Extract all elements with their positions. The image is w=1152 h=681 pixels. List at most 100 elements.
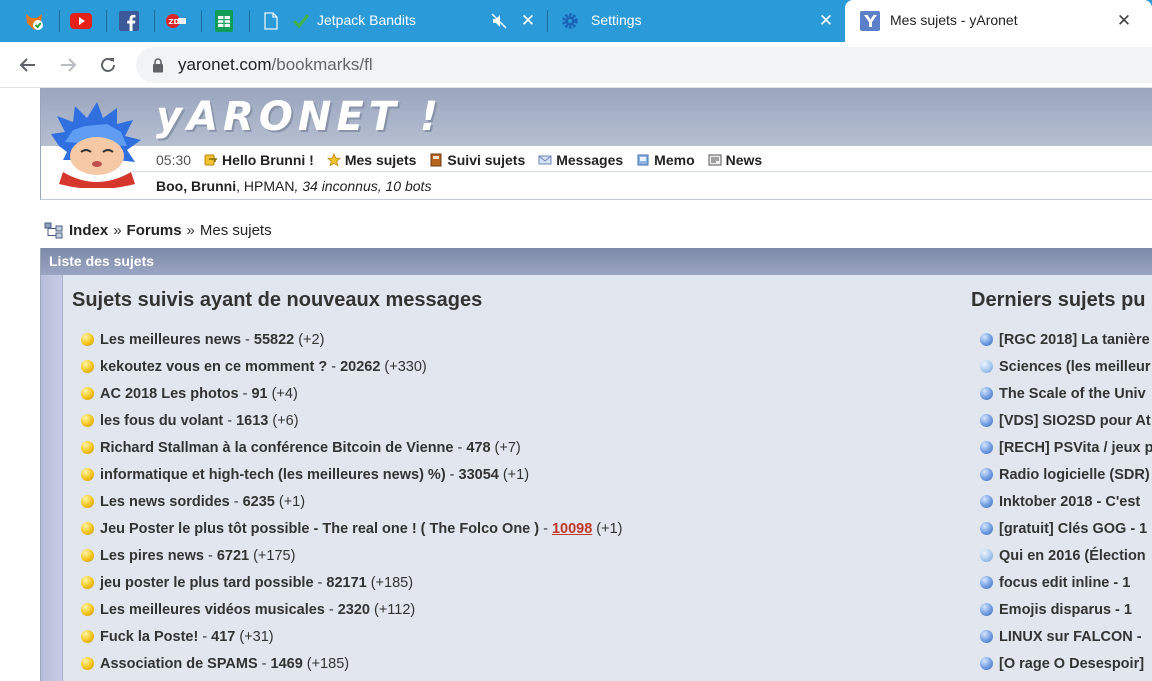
unread-bullet-icon: [81, 495, 94, 508]
envelope-icon: [538, 155, 552, 165]
topic-post-count[interactable]: 91: [251, 386, 267, 402]
topic-title[interactable]: les fous du volant: [100, 413, 223, 429]
close-icon[interactable]: ✕: [1114, 11, 1134, 31]
topic-post-count[interactable]: 33054: [459, 467, 499, 483]
topic-title[interactable]: Les pires news: [100, 548, 204, 564]
topic-bullet-icon: [980, 630, 993, 643]
tab-mes-sujets[interactable]: Mes sujets - yAronet ✕: [845, 0, 1152, 42]
reload-button[interactable]: [96, 53, 120, 77]
forward-button[interactable]: [56, 53, 80, 77]
topic-separator: -: [202, 628, 208, 645]
topic-title[interactable]: Emojis disparus - 1: [999, 602, 1132, 618]
pinned-tab-sheets[interactable]: [211, 8, 237, 34]
topic-title[interactable]: [O rage O Desespoir]: [999, 656, 1144, 672]
topic-title[interactable]: Les meilleures news: [100, 332, 241, 348]
nav-news-label: News: [725, 152, 763, 168]
tab-jetpack-bandits[interactable]: Jetpack Bandits ✕: [250, 0, 546, 42]
topic-new-count: (+112): [373, 601, 416, 618]
topic-new-count: (+6): [272, 412, 299, 429]
nav-news[interactable]: News: [708, 152, 763, 168]
breadcrumb-index[interactable]: Index: [69, 222, 108, 239]
site-nav: 05:30 Hello Brunni ! Mes sujets Suivi su…: [156, 150, 775, 170]
youtube-icon: [70, 13, 92, 29]
topic-title[interactable]: AC 2018 Les photos: [100, 386, 239, 402]
topic-post-count[interactable]: 1469: [271, 656, 303, 672]
spreadsheet-icon: [215, 10, 233, 32]
topic-post-count[interactable]: 6235: [243, 494, 275, 510]
topic-title[interactable]: Qui en 2016 (Élection: [999, 548, 1146, 564]
browser-tab-strip: ZD Jetpack Bandits ✕ Settings ✕ Mes suje…: [0, 0, 1152, 42]
topic-title[interactable]: Inktober 2018 - C'est: [999, 494, 1140, 510]
address-bar[interactable]: yaronet.com/bookmarks/fl: [136, 47, 1152, 83]
unread-bullet-icon: [81, 333, 94, 346]
tab-settings[interactable]: Settings ✕: [548, 0, 842, 42]
topic-title[interactable]: Richard Stallman à la conférence Bitcoin…: [100, 440, 453, 456]
pinned-tab-youtube[interactable]: [68, 8, 94, 34]
online-user-other[interactable]: HPMAN: [244, 178, 295, 194]
topic-title[interactable]: [gratuit] Clés GOG - 1: [999, 521, 1147, 537]
close-icon[interactable]: ✕: [816, 11, 836, 31]
topic-title[interactable]: Fuck la Poste!: [100, 629, 198, 645]
topic-title[interactable]: [RGC 2018] La tanière: [999, 332, 1150, 348]
topic-title[interactable]: Sciences (les meilleur: [999, 359, 1151, 375]
topic-post-count[interactable]: 478: [466, 440, 490, 456]
topic-row: Inktober 2018 - C'est: [980, 488, 1152, 515]
site-logo-text[interactable]: yARONET !: [156, 94, 443, 140]
breadcrumb-forums[interactable]: Forums: [127, 222, 182, 239]
topic-post-count[interactable]: 1613: [236, 413, 268, 429]
topic-post-count[interactable]: 55822: [254, 332, 294, 348]
topic-title[interactable]: focus edit inline - 1: [999, 575, 1130, 591]
browser-toolbar: yaronet.com/bookmarks/fl: [0, 42, 1152, 88]
topic-new-count: (+185): [370, 574, 414, 591]
topic-post-count[interactable]: 82171: [326, 575, 366, 591]
unread-bullet-icon: [81, 657, 94, 670]
tab-title: Jetpack Bandits: [317, 12, 416, 28]
topic-title[interactable]: jeu poster le plus tard possible: [100, 575, 314, 591]
nav-mes-sujets-label: Mes sujets: [344, 152, 417, 168]
topic-title[interactable]: Radio logicielle (SDR): [999, 467, 1150, 483]
nav-messages[interactable]: Messages: [538, 152, 623, 168]
topic-post-count[interactable]: 6721: [217, 548, 249, 564]
online-users-bold[interactable]: Boo, Brunni: [156, 178, 236, 194]
topic-title[interactable]: kekoutez vous en ce momment ?: [100, 359, 327, 375]
nav-mes-sujets[interactable]: Mes sujets: [326, 152, 417, 168]
topic-title[interactable]: [VDS] SIO2SD pour At: [999, 413, 1151, 429]
topic-row: [RGC 2018] La tanière: [980, 326, 1152, 353]
topic-post-count[interactable]: 2320: [338, 602, 370, 618]
close-icon[interactable]: ✕: [518, 11, 538, 31]
topic-new-count: (+1): [502, 466, 530, 483]
topic-title[interactable]: LINUX sur FALCON -: [999, 629, 1142, 645]
site-header: yARONET ! 05:30 Hello Brunni ! Mes sujet…: [40, 88, 1152, 200]
topic-title[interactable]: informatique et high-tech (les meilleure…: [100, 467, 446, 483]
topic-new-count: (+2): [298, 331, 325, 348]
tab-title: Mes sujets - yAronet: [890, 12, 1018, 28]
topic-separator: -: [242, 385, 248, 402]
back-button[interactable]: [16, 53, 40, 77]
topic-separator: -: [233, 493, 239, 510]
topic-title[interactable]: Jeu Poster le plus tôt possible - The re…: [100, 521, 539, 537]
topic-post-count[interactable]: 20262: [340, 359, 380, 375]
nav-hello[interactable]: Hello Brunni !: [204, 152, 314, 168]
pinned-tab-facebook[interactable]: [116, 8, 142, 34]
topic-row: [RECH] PSVita / jeux p: [980, 434, 1152, 461]
muted-speaker-icon[interactable]: [491, 13, 507, 29]
nav-memo[interactable]: Memo: [636, 152, 695, 168]
pinned-tab-fox[interactable]: [21, 8, 47, 34]
topic-title[interactable]: Association de SPAMS: [100, 656, 258, 672]
topic-new-count: (+185): [306, 655, 350, 672]
topic-title[interactable]: The Scale of the Univ: [999, 386, 1146, 402]
nav-hello-label: Hello Brunni !: [222, 152, 314, 168]
topic-title[interactable]: Les meilleures vidéos musicales: [100, 602, 325, 618]
nav-suivi-sujets[interactable]: Suivi sujets: [429, 152, 525, 168]
topic-post-count[interactable]: 417: [211, 629, 235, 645]
topic-title[interactable]: [RECH] PSVita / jeux p: [999, 440, 1152, 456]
document-icon: [264, 12, 278, 30]
pinned-tab-zdnet[interactable]: ZD: [163, 8, 189, 34]
topic-title[interactable]: Les news sordides: [100, 494, 230, 510]
topic-new-count: (+1): [278, 493, 306, 510]
topic-row: les fous du volant -1613 (+6): [81, 407, 622, 434]
topic-separator: -: [207, 547, 213, 564]
topic-bullet-icon: [980, 441, 993, 454]
mascot-logo-icon[interactable]: [51, 102, 143, 188]
topic-post-count[interactable]: 10098: [552, 521, 592, 537]
